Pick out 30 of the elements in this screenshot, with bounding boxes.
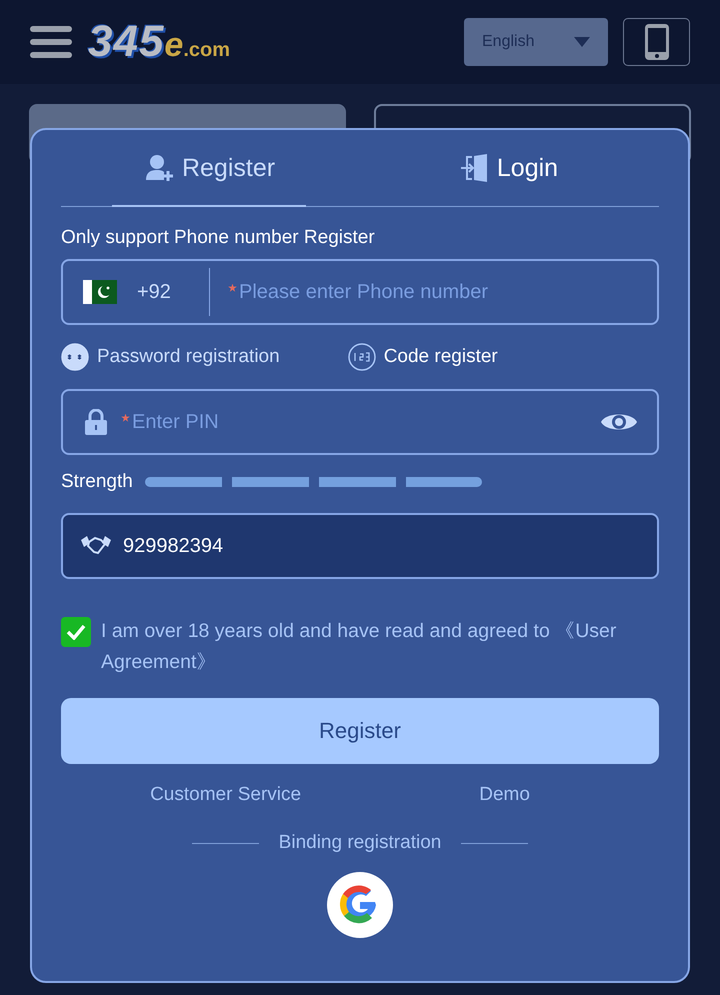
strength-label: Strength bbox=[61, 471, 133, 493]
tab[interactable]: Register bbox=[61, 130, 360, 206]
door-icon bbox=[460, 154, 489, 182]
country-code[interactable]: +92 bbox=[137, 280, 171, 304]
register-button[interactable]: Register bbox=[61, 698, 659, 764]
placeholder-input[interactable]: Enter PIN bbox=[132, 410, 601, 434]
lock-icon bbox=[85, 409, 107, 435]
mobile-app-button[interactable] bbox=[623, 18, 690, 66]
menu-icon[interactable] bbox=[30, 26, 72, 58]
phone-icon bbox=[644, 24, 668, 60]
phone-field[interactable]: +92 Please enter Phone number bbox=[61, 259, 659, 325]
tab[interactable]: Login bbox=[360, 130, 659, 206]
placeholder-input[interactable]: Please enter Phone number bbox=[239, 280, 637, 304]
pin-field[interactable]: Enter PIN bbox=[61, 389, 659, 455]
add-user-icon bbox=[146, 154, 174, 182]
pakistan-flag-icon bbox=[83, 280, 117, 304]
link[interactable]: Customer Service bbox=[150, 784, 302, 806]
agreement-text: I am over 18 years old and have read and agreed to 《User Agreement》 bbox=[101, 619, 618, 675]
radio-option[interactable]: Password registration bbox=[61, 343, 280, 371]
section-label: Binding registration bbox=[278, 832, 442, 854]
radio-option[interactable]: Code register bbox=[348, 343, 498, 371]
invite-code-field[interactable]: 929982394 bbox=[61, 513, 659, 579]
site-logo[interactable]: 345e.com bbox=[88, 17, 230, 67]
caret-icon bbox=[574, 37, 590, 47]
checkbox[interactable] bbox=[61, 617, 91, 647]
number-icon bbox=[348, 343, 376, 371]
link[interactable]: Demo bbox=[479, 784, 530, 806]
instruction-text: Only support Phone number Register bbox=[61, 227, 376, 249]
check-icon bbox=[66, 624, 86, 640]
invite-code-input[interactable]: 929982394 bbox=[111, 534, 639, 558]
